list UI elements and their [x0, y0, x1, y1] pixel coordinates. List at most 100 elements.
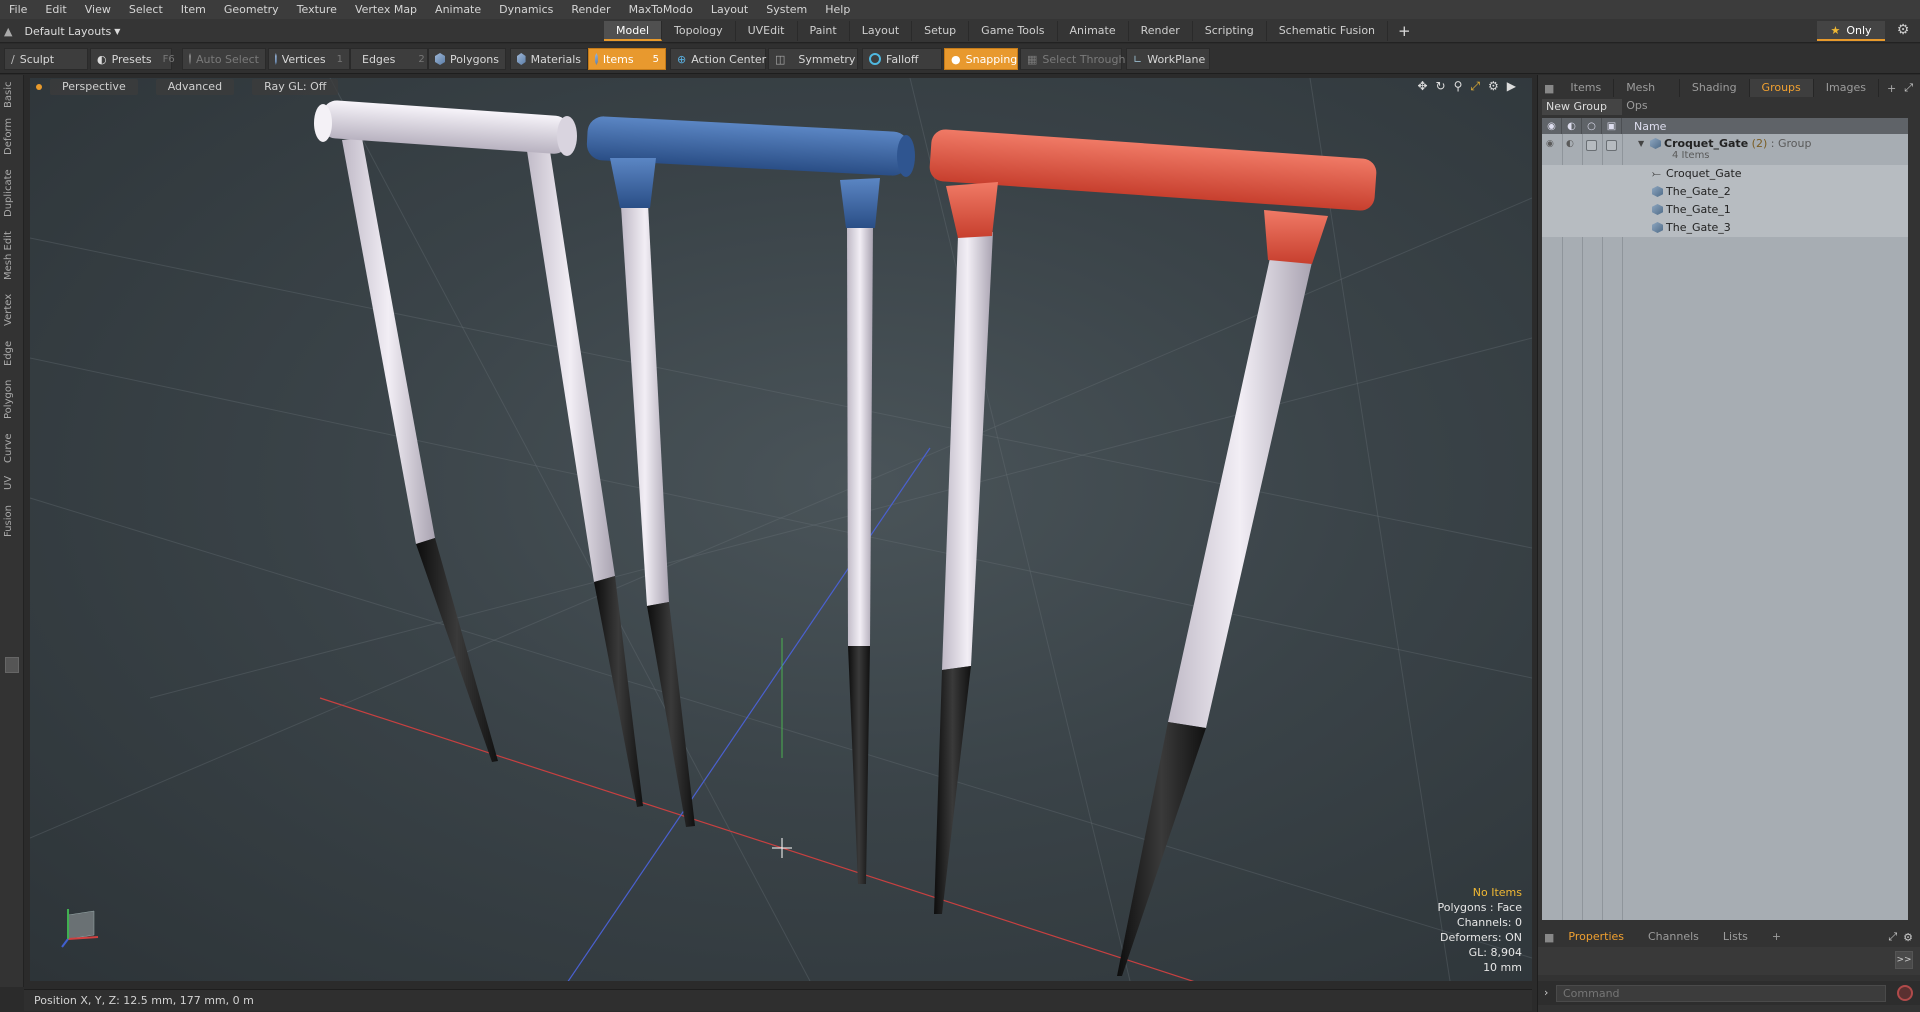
- menu-system[interactable]: System: [757, 0, 816, 19]
- tab-items[interactable]: Items: [1558, 79, 1615, 97]
- list-item[interactable]: The_Gate_1: [1542, 201, 1908, 219]
- tab-schematic-fusion[interactable]: Schematic Fusion: [1267, 21, 1389, 41]
- menu-animate[interactable]: Animate: [426, 0, 490, 19]
- list-item[interactable]: The_Gate_3: [1542, 219, 1908, 237]
- workplane-button[interactable]: ∟ WorkPlane: [1126, 48, 1210, 70]
- expand-panel-icon[interactable]: ⤢: [1888, 930, 1897, 944]
- viewport-gear-icon[interactable]: ⚙: [1488, 79, 1499, 94]
- materials-button[interactable]: Materials: [510, 48, 588, 70]
- menu-maxtomodo[interactable]: MaxToModo: [620, 0, 702, 19]
- tab-topology[interactable]: Topology: [662, 21, 736, 41]
- tab-mesh-edit[interactable]: Mesh Edit: [3, 231, 21, 281]
- menu-view[interactable]: View: [76, 0, 120, 19]
- 3d-viewport[interactable]: Perspective Advanced Ray GL: Off ✥ ↻ ⚲ ⤢…: [30, 78, 1532, 981]
- render-col-icon[interactable]: ◐: [1562, 118, 1582, 134]
- layout-collapse-icon[interactable]: ▲: [4, 25, 12, 38]
- select-col-icon[interactable]: ▣: [1602, 118, 1622, 134]
- tab-layout[interactable]: Layout: [850, 21, 913, 41]
- menu-texture[interactable]: Texture: [288, 0, 346, 19]
- menu-file[interactable]: File: [0, 0, 36, 19]
- tab-curve[interactable]: Curve: [3, 433, 21, 463]
- add-tab-button[interactable]: +: [1388, 21, 1421, 41]
- tab-model[interactable]: Model: [604, 21, 663, 41]
- panel-menu-dot[interactable]: ■: [1544, 931, 1554, 944]
- expand-arrow-icon[interactable]: ▼: [1638, 139, 1644, 148]
- shading-button[interactable]: Advanced: [155, 79, 235, 95]
- eye-icon[interactable]: ◉: [1546, 139, 1558, 149]
- tab-paint[interactable]: Paint: [798, 21, 850, 41]
- edges-button[interactable]: Edges 2: [350, 48, 428, 70]
- select-checkbox[interactable]: [1606, 140, 1617, 151]
- menu-vertex-map[interactable]: Vertex Map: [346, 0, 426, 19]
- tab-uvedit[interactable]: UVEdit: [736, 21, 798, 41]
- tab-lists[interactable]: Lists: [1711, 928, 1760, 946]
- viewport-arrow-icon[interactable]: ▶: [1507, 79, 1516, 94]
- tab-images[interactable]: Images: [1814, 79, 1879, 97]
- auto-select-button[interactable]: Auto Select: [182, 48, 266, 70]
- visibility-col-icon[interactable]: ◉: [1542, 118, 1562, 134]
- tab-setup[interactable]: Setup: [912, 21, 970, 41]
- add-bottom-tab-button[interactable]: +: [1760, 928, 1793, 946]
- only-button[interactable]: ★ Only: [1817, 21, 1885, 41]
- new-group-button[interactable]: New Group: [1542, 99, 1622, 115]
- tab-vertex[interactable]: Vertex: [3, 293, 21, 327]
- tab-render[interactable]: Render: [1129, 21, 1193, 41]
- tab-groups[interactable]: Groups: [1749, 79, 1814, 97]
- menu-select[interactable]: Select: [120, 0, 172, 19]
- tab-channels[interactable]: Channels: [1636, 928, 1711, 946]
- tab-mesh-ops[interactable]: Mesh Ops: [1614, 79, 1680, 112]
- maximize-icon[interactable]: ⤢: [1470, 79, 1480, 94]
- lock-col-icon[interactable]: ○: [1582, 118, 1602, 134]
- menu-dynamics[interactable]: Dynamics: [490, 0, 562, 19]
- properties-gear-icon[interactable]: ⚙: [1903, 931, 1913, 944]
- tab-polygon[interactable]: Polygon: [3, 379, 21, 419]
- select-through-button[interactable]: ▦ Select Through: [1020, 48, 1125, 70]
- stop-icon[interactable]: [1897, 985, 1913, 1001]
- tab-shading[interactable]: Shading: [1680, 79, 1750, 97]
- polygons-button[interactable]: Polygons: [428, 48, 506, 70]
- menu-geometry[interactable]: Geometry: [215, 0, 288, 19]
- list-item[interactable]: ⤚ Croquet_Gate: [1542, 165, 1908, 183]
- tab-deform[interactable]: Deform: [3, 118, 21, 155]
- add-panel-tab-button[interactable]: +: [1879, 82, 1904, 95]
- sculpt-button[interactable]: ∕ Sculpt: [4, 48, 88, 70]
- menu-item[interactable]: Item: [172, 0, 215, 19]
- list-item[interactable]: The_Gate_2: [1542, 183, 1908, 201]
- view-type-button[interactable]: Perspective: [50, 79, 138, 95]
- pan-icon[interactable]: ✥: [1417, 79, 1427, 94]
- zoom-icon[interactable]: ⚲: [1454, 79, 1463, 94]
- expand-panel-icon[interactable]: ⤢: [1904, 81, 1913, 95]
- tab-fusion[interactable]: Fusion: [3, 503, 21, 539]
- menu-layout[interactable]: Layout: [702, 0, 757, 19]
- menu-help[interactable]: Help: [816, 0, 859, 19]
- group-row[interactable]: ◉ ◐ ▼ Croquet_Gate (2) : Group 4 Items: [1542, 135, 1908, 165]
- menu-render[interactable]: Render: [562, 0, 619, 19]
- items-button[interactable]: Items 5: [588, 48, 666, 70]
- command-input[interactable]: [1556, 985, 1886, 1002]
- panel-menu-dot[interactable]: ■: [1544, 82, 1554, 95]
- tab-edge[interactable]: Edge: [3, 339, 21, 367]
- tab-animate[interactable]: Animate: [1058, 21, 1129, 41]
- falloff-button[interactable]: Falloff: [862, 48, 942, 70]
- lock-checkbox[interactable]: [1586, 140, 1597, 151]
- viewport-menu-dot[interactable]: [36, 84, 42, 90]
- layout-selector[interactable]: ▲ Default Layouts ▼: [4, 22, 120, 40]
- presets-button[interactable]: ◐ Presets F6: [90, 48, 175, 70]
- render-toggle-icon[interactable]: ◐: [1566, 139, 1578, 149]
- tab-uv[interactable]: UV: [3, 473, 21, 493]
- tab-basic[interactable]: Basic: [3, 81, 21, 109]
- tab-scripting[interactable]: Scripting: [1193, 21, 1267, 41]
- menu-edit[interactable]: Edit: [36, 0, 75, 19]
- vertices-button[interactable]: Vertices 1: [268, 48, 350, 70]
- snapping-button[interactable]: ● Snapping: [944, 48, 1018, 70]
- rotate-icon[interactable]: ↻: [1436, 79, 1446, 94]
- expand-button[interactable]: >>: [1895, 951, 1913, 969]
- raygl-button[interactable]: Ray GL: Off: [252, 79, 339, 95]
- tab-game-tools[interactable]: Game Tools: [969, 21, 1058, 41]
- gear-icon[interactable]: ⚙: [1894, 22, 1912, 40]
- action-center-button[interactable]: ⊕ Action Center: [670, 48, 766, 70]
- tab-duplicate[interactable]: Duplicate: [3, 169, 21, 217]
- left-panel-toggle[interactable]: [5, 657, 19, 673]
- tab-properties[interactable]: Properties: [1556, 928, 1636, 946]
- symmetry-button[interactable]: ◫ Symmetry: [768, 48, 858, 70]
